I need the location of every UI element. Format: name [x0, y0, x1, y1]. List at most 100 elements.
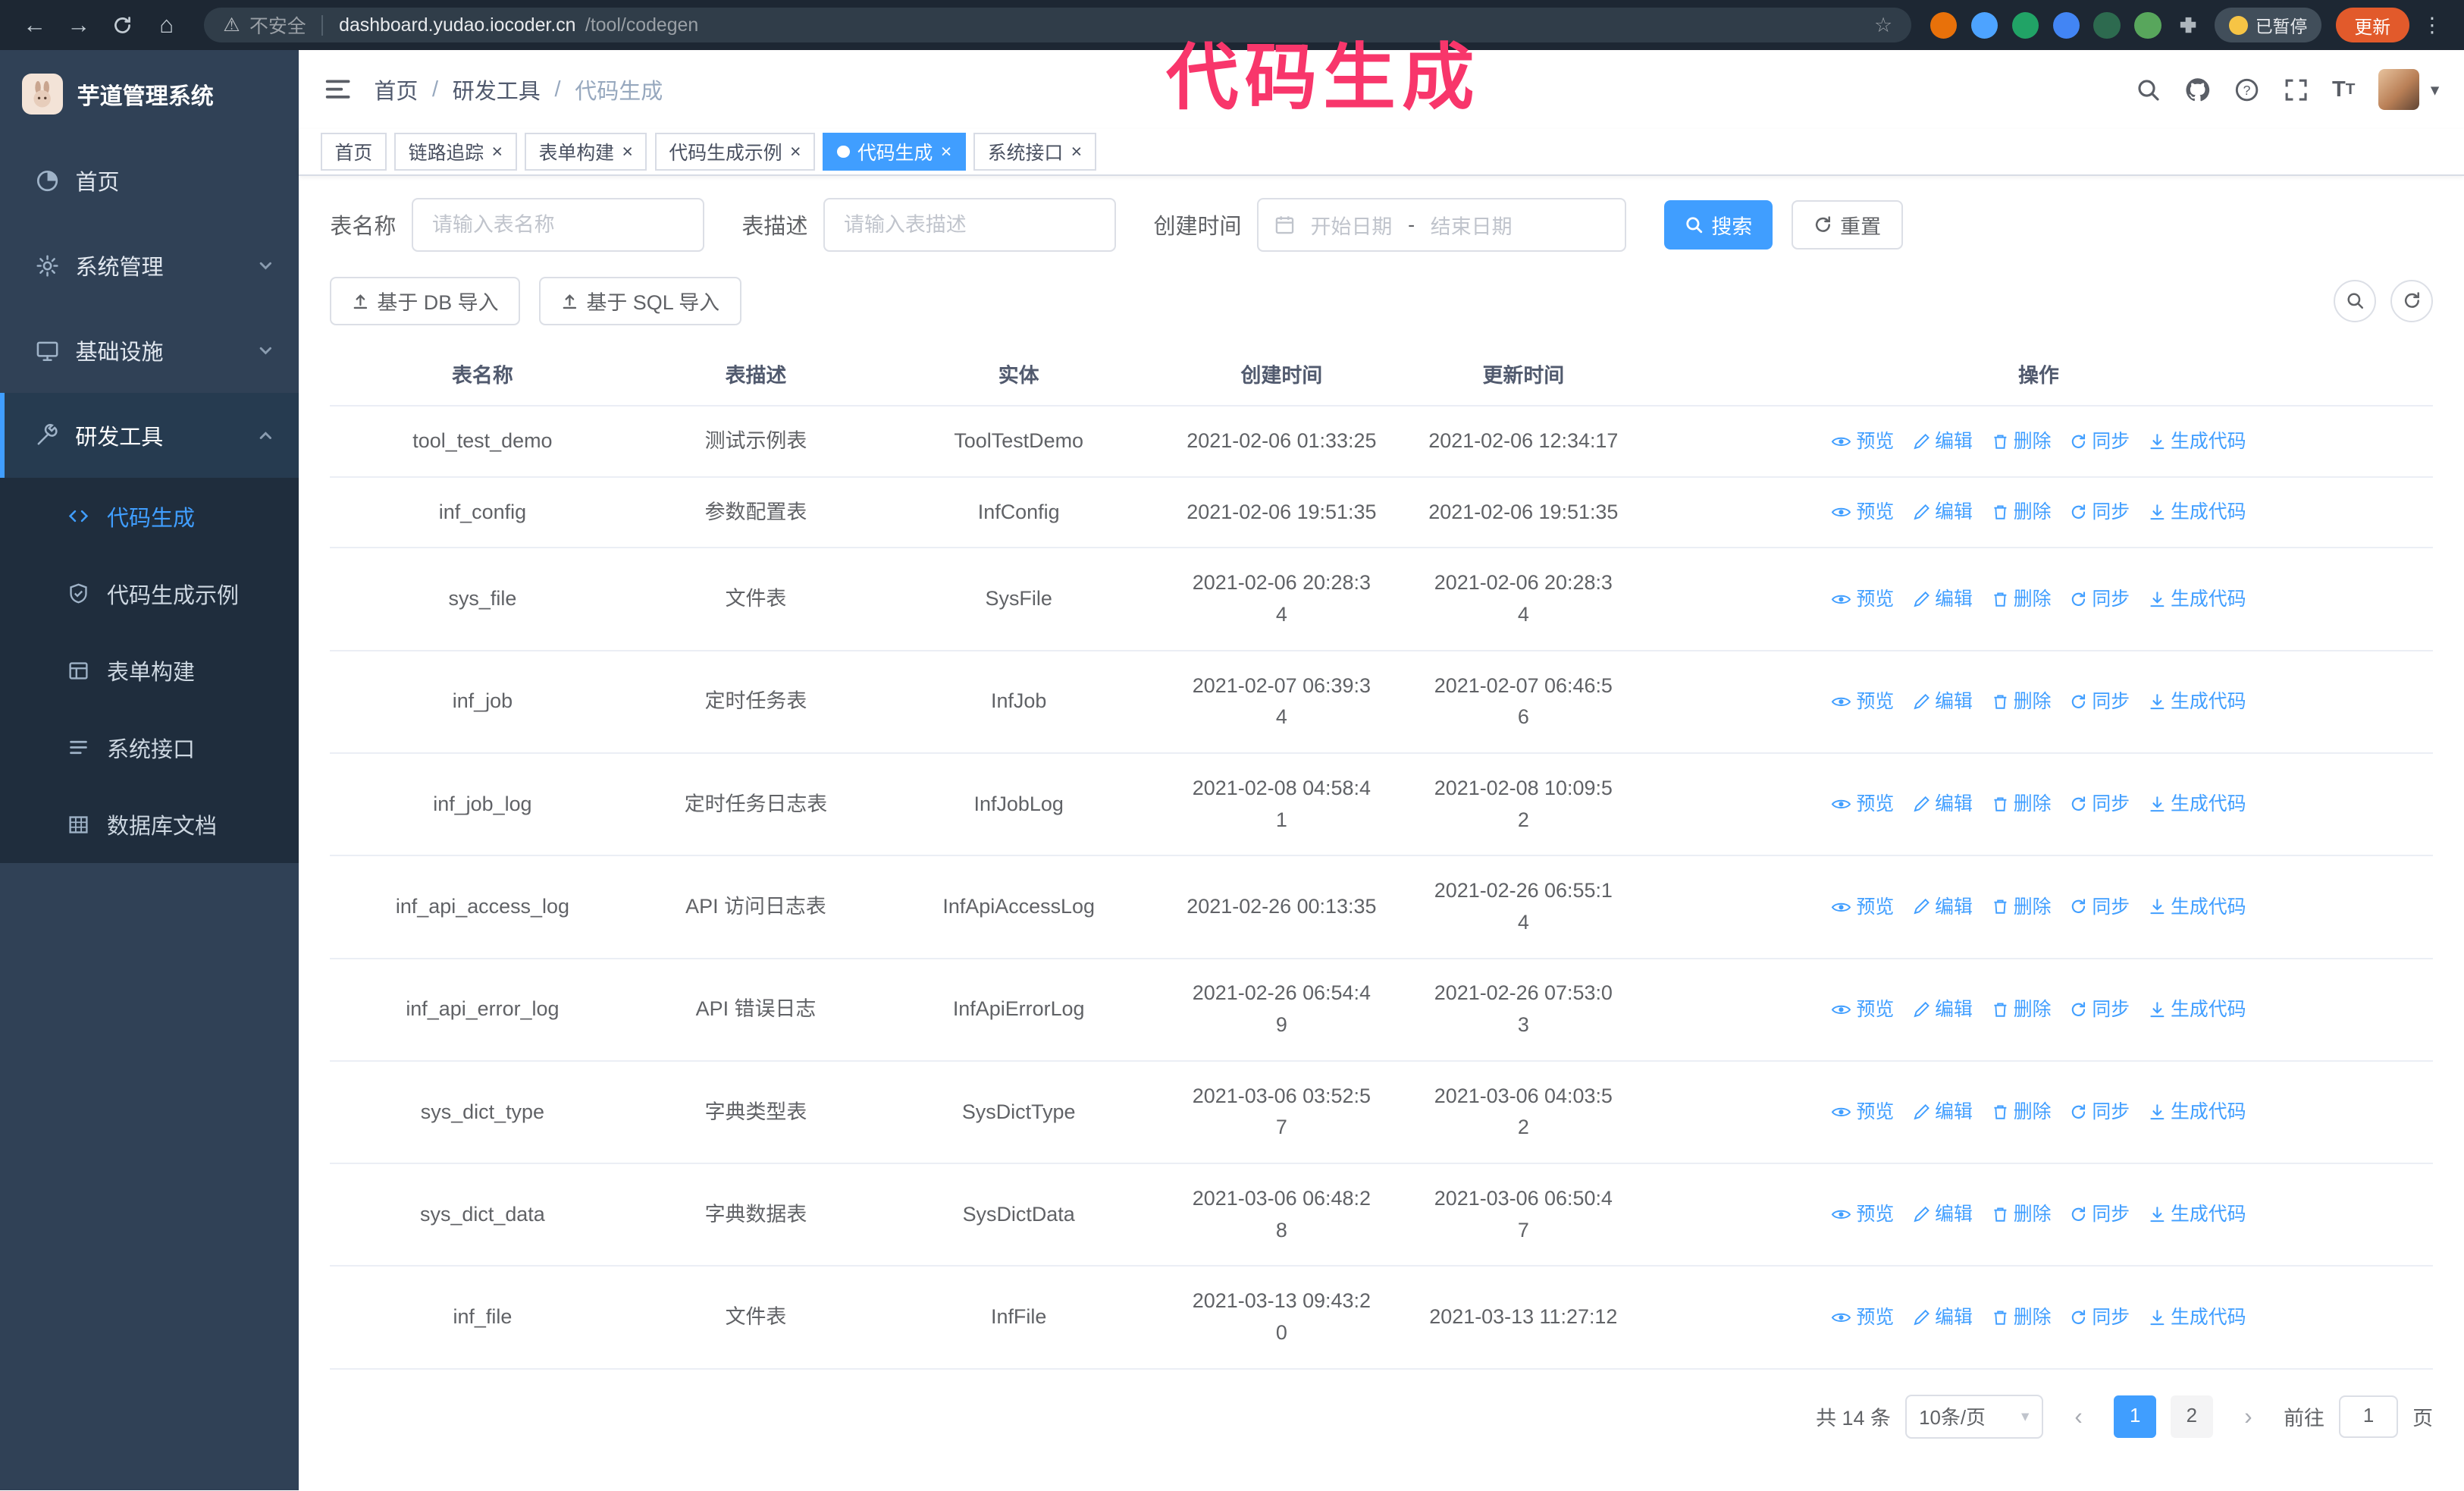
- font-size-icon[interactable]: TT: [2332, 78, 2355, 101]
- preview-action[interactable]: 预览: [1831, 498, 1894, 527]
- generate-code-action[interactable]: 生成代码: [2149, 687, 2246, 717]
- sync-action[interactable]: 同步: [2070, 789, 2130, 819]
- delete-action[interactable]: 删除: [1992, 687, 2052, 717]
- extension-3-icon[interactable]: [2011, 11, 2039, 39]
- sync-action[interactable]: 同步: [2070, 498, 2130, 527]
- page-button-2[interactable]: 2: [2170, 1395, 2213, 1438]
- generate-code-action[interactable]: 生成代码: [2149, 585, 2246, 614]
- generate-code-action[interactable]: 生成代码: [2149, 498, 2246, 527]
- edit-action[interactable]: 编辑: [1913, 498, 1973, 527]
- sync-action[interactable]: 同步: [2070, 1097, 2130, 1127]
- generate-code-action[interactable]: 生成代码: [2149, 789, 2246, 819]
- extension-2-icon[interactable]: [1970, 11, 1998, 39]
- reload-icon[interactable]: [104, 6, 142, 44]
- preview-action[interactable]: 预览: [1831, 687, 1894, 717]
- preview-action[interactable]: 预览: [1831, 1303, 1894, 1332]
- url-bar[interactable]: ⚠ 不安全 dashboard.yudao.iocoder.cn/tool/co…: [204, 8, 1911, 42]
- back-icon[interactable]: ←: [16, 6, 54, 44]
- sidebar-subitem-2[interactable]: 表单构建: [0, 632, 299, 709]
- tab-5[interactable]: 系统接口 ×: [973, 133, 1096, 171]
- date-range-picker[interactable]: 开始日期 - 结束日期: [1257, 198, 1627, 252]
- page-button-1[interactable]: 1: [2114, 1395, 2157, 1438]
- refresh-button[interactable]: [2390, 279, 2433, 322]
- sync-action[interactable]: 同步: [2070, 427, 2130, 457]
- generate-code-action[interactable]: 生成代码: [2149, 893, 2246, 922]
- delete-action[interactable]: 删除: [1992, 427, 2052, 457]
- search-button[interactable]: 搜索: [1664, 200, 1773, 250]
- delete-action[interactable]: 删除: [1992, 789, 2052, 819]
- sync-action[interactable]: 同步: [2070, 893, 2130, 922]
- table-desc-input[interactable]: [823, 198, 1116, 252]
- preview-action[interactable]: 预览: [1831, 893, 1894, 922]
- goto-page-input[interactable]: [2338, 1395, 2399, 1438]
- close-icon[interactable]: ×: [1071, 142, 1083, 162]
- preview-action[interactable]: 预览: [1831, 427, 1894, 457]
- extension-5-icon[interactable]: [2093, 11, 2121, 39]
- help-icon[interactable]: ?: [2234, 77, 2259, 102]
- sidebar-item-0[interactable]: 首页: [0, 138, 299, 223]
- preview-action[interactable]: 预览: [1831, 585, 1894, 614]
- breadcrumb-item-tools[interactable]: 研发工具: [453, 74, 541, 105]
- close-icon[interactable]: ×: [790, 142, 801, 162]
- edit-action[interactable]: 编辑: [1913, 687, 1973, 717]
- browser-menu-icon[interactable]: ⋮: [2415, 14, 2449, 37]
- edit-action[interactable]: 编辑: [1913, 1303, 1973, 1332]
- edit-action[interactable]: 编辑: [1913, 995, 1973, 1025]
- edit-action[interactable]: 编辑: [1913, 1097, 1973, 1127]
- import-db-button[interactable]: 基于 DB 导入: [330, 276, 521, 326]
- sidebar-subitem-3[interactable]: 系统接口: [0, 709, 299, 786]
- sync-action[interactable]: 同步: [2070, 585, 2130, 614]
- sidebar-subitem-4[interactable]: 数据库文档: [0, 786, 299, 863]
- close-icon[interactable]: ×: [492, 142, 503, 162]
- toggle-search-button[interactable]: [2334, 279, 2377, 322]
- edit-action[interactable]: 编辑: [1913, 789, 1973, 819]
- prev-page-button[interactable]: ‹: [2058, 1395, 2100, 1438]
- delete-action[interactable]: 删除: [1992, 1200, 2052, 1229]
- sidebar-item-2[interactable]: 基础设施: [0, 308, 299, 393]
- fullscreen-icon[interactable]: [2284, 77, 2309, 102]
- hamburger-icon[interactable]: [324, 75, 352, 103]
- generate-code-action[interactable]: 生成代码: [2149, 427, 2246, 457]
- sidebar-item-1[interactable]: 系统管理: [0, 223, 299, 308]
- sidebar-subitem-1[interactable]: 代码生成示例: [0, 555, 299, 632]
- sync-action[interactable]: 同步: [2070, 1303, 2130, 1332]
- extension-4-icon[interactable]: [2052, 11, 2080, 39]
- sidebar-subitem-0[interactable]: 代码生成: [0, 478, 299, 555]
- tab-1[interactable]: 链路追踪 ×: [394, 133, 517, 171]
- delete-action[interactable]: 删除: [1992, 498, 2052, 527]
- tab-2[interactable]: 表单构建 ×: [524, 133, 647, 171]
- preview-action[interactable]: 预览: [1831, 995, 1894, 1025]
- sidebar-item-3[interactable]: 研发工具: [0, 393, 299, 479]
- tab-0[interactable]: 首页: [320, 133, 387, 171]
- generate-code-action[interactable]: 生成代码: [2149, 995, 2246, 1025]
- close-icon[interactable]: ×: [941, 142, 952, 162]
- bookmark-star-icon[interactable]: ☆: [1874, 14, 1892, 37]
- generate-code-action[interactable]: 生成代码: [2149, 1303, 2246, 1332]
- generate-code-action[interactable]: 生成代码: [2149, 1200, 2246, 1229]
- sync-action[interactable]: 同步: [2070, 995, 2130, 1025]
- delete-action[interactable]: 删除: [1992, 1097, 2052, 1127]
- extensions-puzzle-icon[interactable]: [2177, 14, 2200, 37]
- sync-action[interactable]: 同步: [2070, 1200, 2130, 1229]
- delete-action[interactable]: 删除: [1992, 893, 2052, 922]
- table-name-input[interactable]: [412, 198, 704, 252]
- sidebar-logo[interactable]: 芋道管理系统: [0, 50, 299, 138]
- edit-action[interactable]: 编辑: [1913, 427, 1973, 457]
- preview-action[interactable]: 预览: [1831, 789, 1894, 819]
- delete-action[interactable]: 删除: [1992, 995, 2052, 1025]
- tab-4[interactable]: 代码生成 ×: [823, 133, 966, 171]
- extension-6-icon[interactable]: [2134, 11, 2161, 39]
- update-button[interactable]: 更新: [2335, 8, 2409, 42]
- edit-action[interactable]: 编辑: [1913, 893, 1973, 922]
- breadcrumb-item-home[interactable]: 首页: [374, 74, 418, 105]
- close-icon[interactable]: ×: [622, 142, 633, 162]
- search-icon[interactable]: [2136, 77, 2161, 102]
- paused-badge[interactable]: 已暂停: [2214, 8, 2321, 42]
- github-icon[interactable]: [2184, 77, 2211, 103]
- preview-action[interactable]: 预览: [1831, 1097, 1894, 1127]
- import-sql-button[interactable]: 基于 SQL 导入: [539, 276, 742, 326]
- tab-3[interactable]: 代码生成示例 ×: [654, 133, 816, 171]
- page-size-select[interactable]: 10条/页 ▾: [1904, 1394, 2043, 1439]
- forward-icon[interactable]: →: [60, 6, 98, 44]
- delete-action[interactable]: 删除: [1992, 1303, 2052, 1332]
